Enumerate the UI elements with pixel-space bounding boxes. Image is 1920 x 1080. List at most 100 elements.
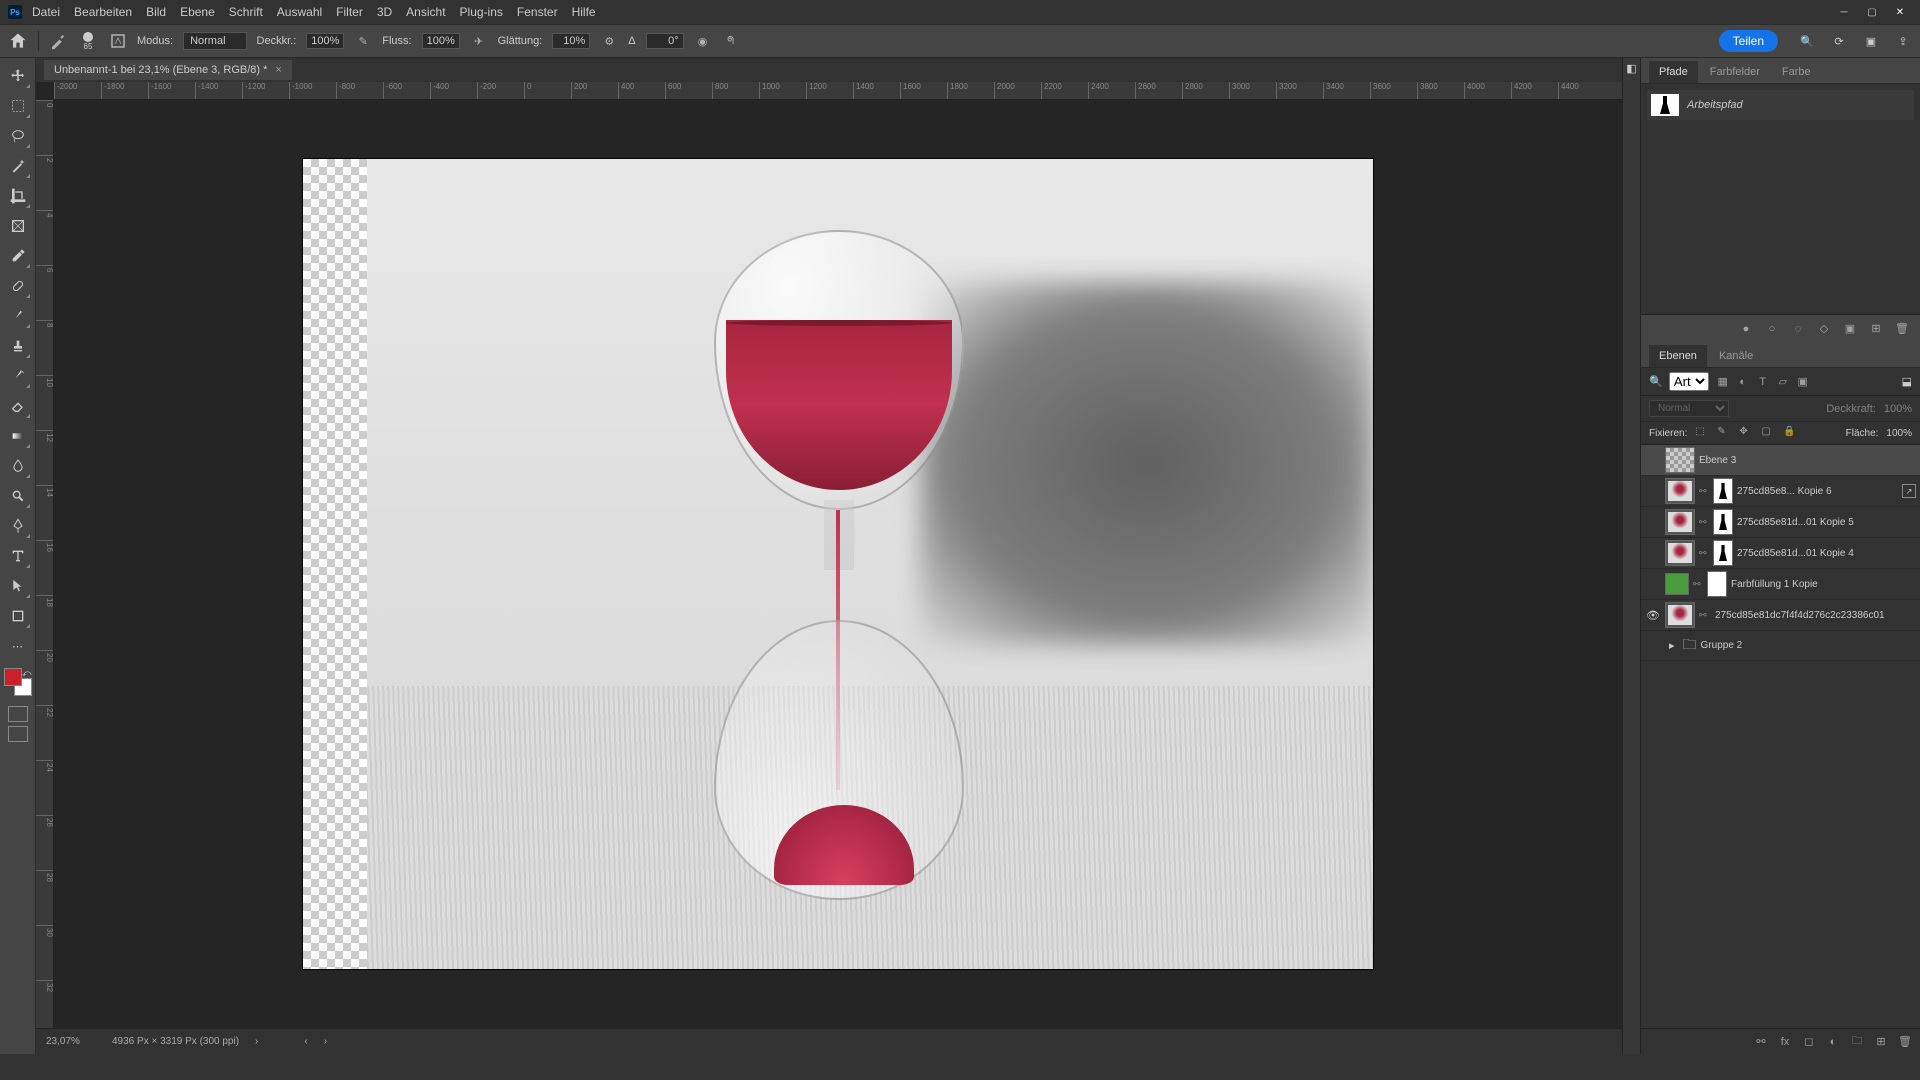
stroke-path-icon[interactable]: ○: [1764, 321, 1780, 337]
menu-filter[interactable]: Filter: [336, 5, 363, 19]
status-nav-left[interactable]: ‹: [304, 1036, 307, 1047]
layer-thumbnail[interactable]: [1665, 447, 1695, 473]
layer-name[interactable]: 275cd85e81d...01 Kopie 4: [1737, 548, 1916, 559]
canvas[interactable]: [303, 159, 1373, 969]
layer-name[interactable]: Ebene 3: [1699, 455, 1916, 466]
home-icon[interactable]: [8, 31, 28, 51]
layer-row[interactable]: ⚯275cd85e8... Kopie 6↗: [1641, 476, 1920, 507]
filter-toggle[interactable]: ⬓: [1902, 375, 1912, 388]
swap-colors-icon[interactable]: ⤺: [22, 668, 32, 679]
document-tab[interactable]: Unbenannt-1 bei 23,1% (Ebene 3, RGB/8) *…: [44, 60, 292, 80]
layer-thumbnail[interactable]: [1665, 602, 1695, 628]
stamp-tool[interactable]: [4, 332, 32, 360]
new-group-icon[interactable]: 🗀: [1850, 1035, 1864, 1049]
marquee-tool[interactable]: [4, 92, 32, 120]
lock-all-icon[interactable]: 🔒: [1783, 426, 1797, 440]
layer-row[interactable]: Ebene 3: [1641, 445, 1920, 476]
more-tool[interactable]: ⋯: [4, 632, 32, 660]
search-icon[interactable]: 🔍: [1798, 32, 1816, 50]
ruler-vertical[interactable]: 02468101214161820222426283032: [36, 100, 54, 1028]
brush-tool-icon[interactable]: [49, 32, 67, 50]
menu-3d[interactable]: 3D: [377, 5, 392, 19]
dodge-tool[interactable]: [4, 482, 32, 510]
lock-transparency-icon[interactable]: ⬚: [1695, 426, 1709, 440]
filter-type-icon[interactable]: T: [1755, 374, 1771, 390]
link-layers-icon[interactable]: ⚯: [1754, 1035, 1768, 1049]
status-arrow[interactable]: ›: [255, 1036, 258, 1047]
healing-tool[interactable]: [4, 272, 32, 300]
menu-help[interactable]: Hilfe: [572, 5, 596, 19]
filter-smart-icon[interactable]: ▣: [1795, 374, 1811, 390]
dock-collapse[interactable]: ◧: [1622, 58, 1640, 1054]
foreground-color[interactable]: [4, 668, 22, 686]
ruler-horizontal[interactable]: -2000-1800-1600-1400-1200-1000-800-600-4…: [54, 82, 1622, 100]
smoothing-input[interactable]: 10%: [552, 33, 590, 49]
history-icon[interactable]: ⟳: [1830, 32, 1848, 50]
layer-row[interactable]: ▸🗀Gruppe 2: [1641, 631, 1920, 661]
add-mask-icon[interactable]: ▣: [1842, 321, 1858, 337]
menu-view[interactable]: Ansicht: [406, 5, 445, 19]
tab-layers[interactable]: Ebenen: [1649, 345, 1707, 367]
lock-artboard-icon[interactable]: ▢: [1761, 426, 1775, 440]
eyedropper-tool[interactable]: [4, 242, 32, 270]
layer-name[interactable]: Farbfüllung 1 Kopie: [1731, 579, 1916, 590]
tab-color[interactable]: Farbe: [1772, 61, 1821, 83]
blend-mode-select[interactable]: Normal: [183, 32, 246, 50]
lock-position-icon[interactable]: ✥: [1739, 426, 1753, 440]
arrange-icon[interactable]: ▣: [1862, 32, 1880, 50]
layer-name[interactable]: 275cd85e81d...01 Kopie 5: [1737, 517, 1916, 528]
delete-path-icon[interactable]: 🗑: [1894, 321, 1910, 337]
new-layer-icon[interactable]: ⊞: [1874, 1035, 1888, 1049]
visibility-toggle[interactable]: 👁: [1645, 609, 1661, 622]
color-swatch[interactable]: ⤺: [4, 668, 32, 696]
filter-type-select[interactable]: Art: [1669, 372, 1709, 391]
tab-close-icon[interactable]: ×: [275, 64, 281, 76]
lock-pixels-icon[interactable]: ✎: [1717, 426, 1731, 440]
type-tool[interactable]: [4, 542, 32, 570]
layer-thumbnail[interactable]: [1665, 478, 1695, 504]
layer-thumbnail[interactable]: [1665, 540, 1695, 566]
status-nav-right[interactable]: ›: [324, 1036, 327, 1047]
move-tool[interactable]: [4, 62, 32, 90]
close-button[interactable]: ✕: [1888, 4, 1912, 20]
eraser-tool[interactable]: [4, 392, 32, 420]
history-panel-icon[interactable]: ◧: [1626, 62, 1636, 75]
layer-row[interactable]: ⚯275cd85e81d...01 Kopie 4: [1641, 538, 1920, 569]
standard-mode-icon[interactable]: [8, 706, 28, 722]
brush-panel-icon[interactable]: [109, 32, 127, 50]
adjustment-layer-icon[interactable]: ◐: [1826, 1035, 1840, 1049]
menu-edit[interactable]: Bearbeiten: [74, 5, 132, 19]
smoothing-options-icon[interactable]: ⚙: [600, 32, 618, 50]
zoom-level[interactable]: 23,07%: [46, 1036, 96, 1047]
opacity-input[interactable]: 100%: [306, 33, 344, 49]
layer-name[interactable]: Gruppe 2: [1701, 640, 1916, 651]
gradient-tool[interactable]: [4, 422, 32, 450]
symmetry-icon[interactable]: ᖗ: [722, 32, 740, 50]
opacity-pressure-icon[interactable]: ✎: [354, 32, 372, 50]
path-to-selection-icon[interactable]: ◌: [1790, 321, 1806, 337]
blur-tool[interactable]: [4, 452, 32, 480]
frame-tool[interactable]: [4, 212, 32, 240]
airbrush-icon[interactable]: ✈: [470, 32, 488, 50]
layer-thumbnail[interactable]: [1665, 509, 1695, 535]
layer-mask[interactable]: [1713, 478, 1733, 504]
flow-input[interactable]: 100%: [422, 33, 460, 49]
layer-mask[interactable]: [1707, 571, 1727, 597]
history-brush-tool[interactable]: [4, 362, 32, 390]
fill-path-icon[interactable]: ●: [1738, 321, 1754, 337]
share-button[interactable]: Teilen: [1719, 30, 1778, 52]
lasso-tool[interactable]: [4, 122, 32, 150]
new-path-icon[interactable]: ⊞: [1868, 321, 1884, 337]
opacity-value[interactable]: 100%: [1884, 403, 1912, 415]
layer-row[interactable]: ⚯275cd85e81d...01 Kopie 5: [1641, 507, 1920, 538]
crop-tool[interactable]: [4, 182, 32, 210]
angle-input[interactable]: 0°: [646, 33, 684, 49]
quickmask-mode-icon[interactable]: [8, 726, 28, 742]
menu-plugins[interactable]: Plug-ins: [460, 5, 503, 19]
layer-row[interactable]: ⚯Farbfüllung 1 Kopie: [1641, 569, 1920, 600]
minimize-button[interactable]: ─: [1832, 4, 1856, 20]
wand-tool[interactable]: [4, 152, 32, 180]
menu-select[interactable]: Auswahl: [277, 5, 322, 19]
brush-preview[interactable]: 65: [77, 30, 99, 52]
tab-swatches[interactable]: Farbfelder: [1700, 61, 1770, 83]
